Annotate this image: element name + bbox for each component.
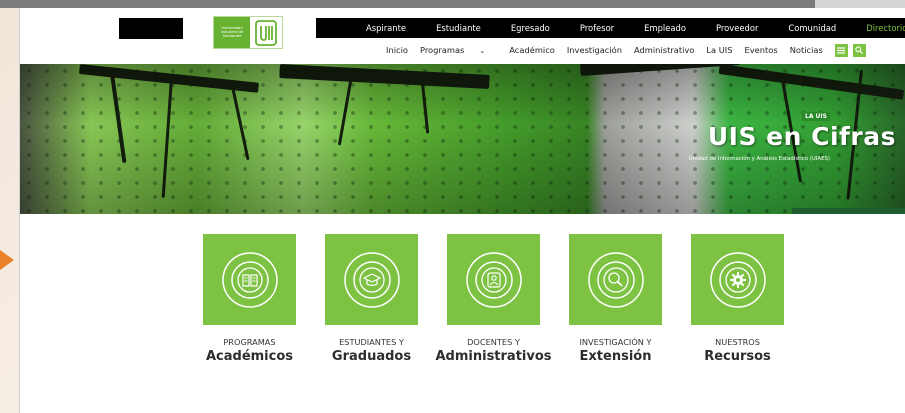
hero-accent-strip <box>792 208 905 214</box>
card-docentes[interactable]: DOCENTES Y Administrativos <box>435 234 552 364</box>
card-investigacion[interactable]: INVESTIGACIÓN Y Extensión <box>569 234 662 364</box>
card-label: NUESTROS Recursos <box>661 325 814 364</box>
nav-programas-label: Programas <box>419 45 465 55</box>
topnav-proveedor[interactable]: Proveedor <box>716 23 758 33</box>
site-header: Universidad Industrial de Santander Aspi… <box>20 8 905 64</box>
menu-button[interactable] <box>834 43 848 57</box>
hamburger-icon <box>837 46 846 54</box>
nav-academico[interactable]: Académico <box>509 45 555 55</box>
topnav-profesor[interactable]: Profesor <box>580 23 614 33</box>
uis-logo[interactable]: Universidad Industrial de Santander <box>213 16 283 49</box>
person-icon <box>465 251 522 308</box>
hero-banner[interactable]: LA UIS UIS en Cifras Unidad de Informaci… <box>20 64 905 214</box>
search-button[interactable] <box>852 43 866 57</box>
card-programas[interactable]: PROGRAMAS Académicos <box>203 234 296 364</box>
uis-emblem-icon <box>250 17 282 48</box>
nav-la-uis[interactable]: La UIS <box>706 45 732 55</box>
stats-categories: PROGRAMAS Académicos ESTUDIANTES Y Gradu… <box>203 234 803 374</box>
search-icon <box>855 46 864 54</box>
orange-arrow-icon <box>0 250 14 270</box>
nav-programas[interactable]: Programas ⌄ <box>420 45 497 55</box>
audience-nav: Aspirante Estudiante Egresado Profesor E… <box>316 18 905 38</box>
hero-badge: LA UIS <box>802 112 830 121</box>
topnav-comunidad[interactable]: Comunidad <box>788 23 836 33</box>
magnifier-icon <box>587 251 644 308</box>
web-page: Universidad Industrial de Santander Aspi… <box>19 8 905 413</box>
card-tile[interactable] <box>203 234 296 325</box>
topnav-directorios[interactable]: Directorios <box>866 23 905 33</box>
redacted-block <box>119 18 183 39</box>
card-tile[interactable] <box>569 234 662 325</box>
topnav-estudiante[interactable]: Estudiante <box>436 23 481 33</box>
gear-icon <box>709 251 766 308</box>
card-big-text: Recursos <box>704 349 771 364</box>
card-tile[interactable] <box>447 234 540 325</box>
logo-text: Universidad Industrial de Santander <box>214 17 250 48</box>
nav-investigacion[interactable]: Investigación <box>567 45 622 55</box>
nav-noticias[interactable]: Noticias <box>790 45 823 55</box>
hero-title: UIS en Cifras <box>707 122 896 151</box>
topnav-egresado[interactable]: Egresado <box>511 23 550 33</box>
card-tile[interactable] <box>691 234 784 325</box>
nav-inicio[interactable]: Inicio <box>386 45 408 55</box>
main-nav: Inicio Programas ⌄ Académico Investigació… <box>386 42 871 58</box>
topnav-aspirante[interactable]: Aspirante <box>366 23 406 33</box>
chevron-down-icon: ⌄ <box>479 47 486 55</box>
topnav-empleado[interactable]: Empleado <box>644 23 686 33</box>
window-top-bar <box>0 0 905 8</box>
nav-eventos[interactable]: Eventos <box>745 45 778 55</box>
hero-subtitle: Unidad de Información y Análisis Estadís… <box>688 156 830 162</box>
card-small-text: NUESTROS <box>715 337 760 347</box>
book-icon <box>221 251 278 308</box>
nav-administrativo[interactable]: Administrativo <box>634 45 694 55</box>
graduation-cap-icon <box>343 251 400 308</box>
card-estudiantes[interactable]: ESTUDIANTES Y Graduados <box>325 234 418 364</box>
card-recursos[interactable]: NUESTROS Recursos <box>691 234 784 364</box>
card-tile[interactable] <box>325 234 418 325</box>
